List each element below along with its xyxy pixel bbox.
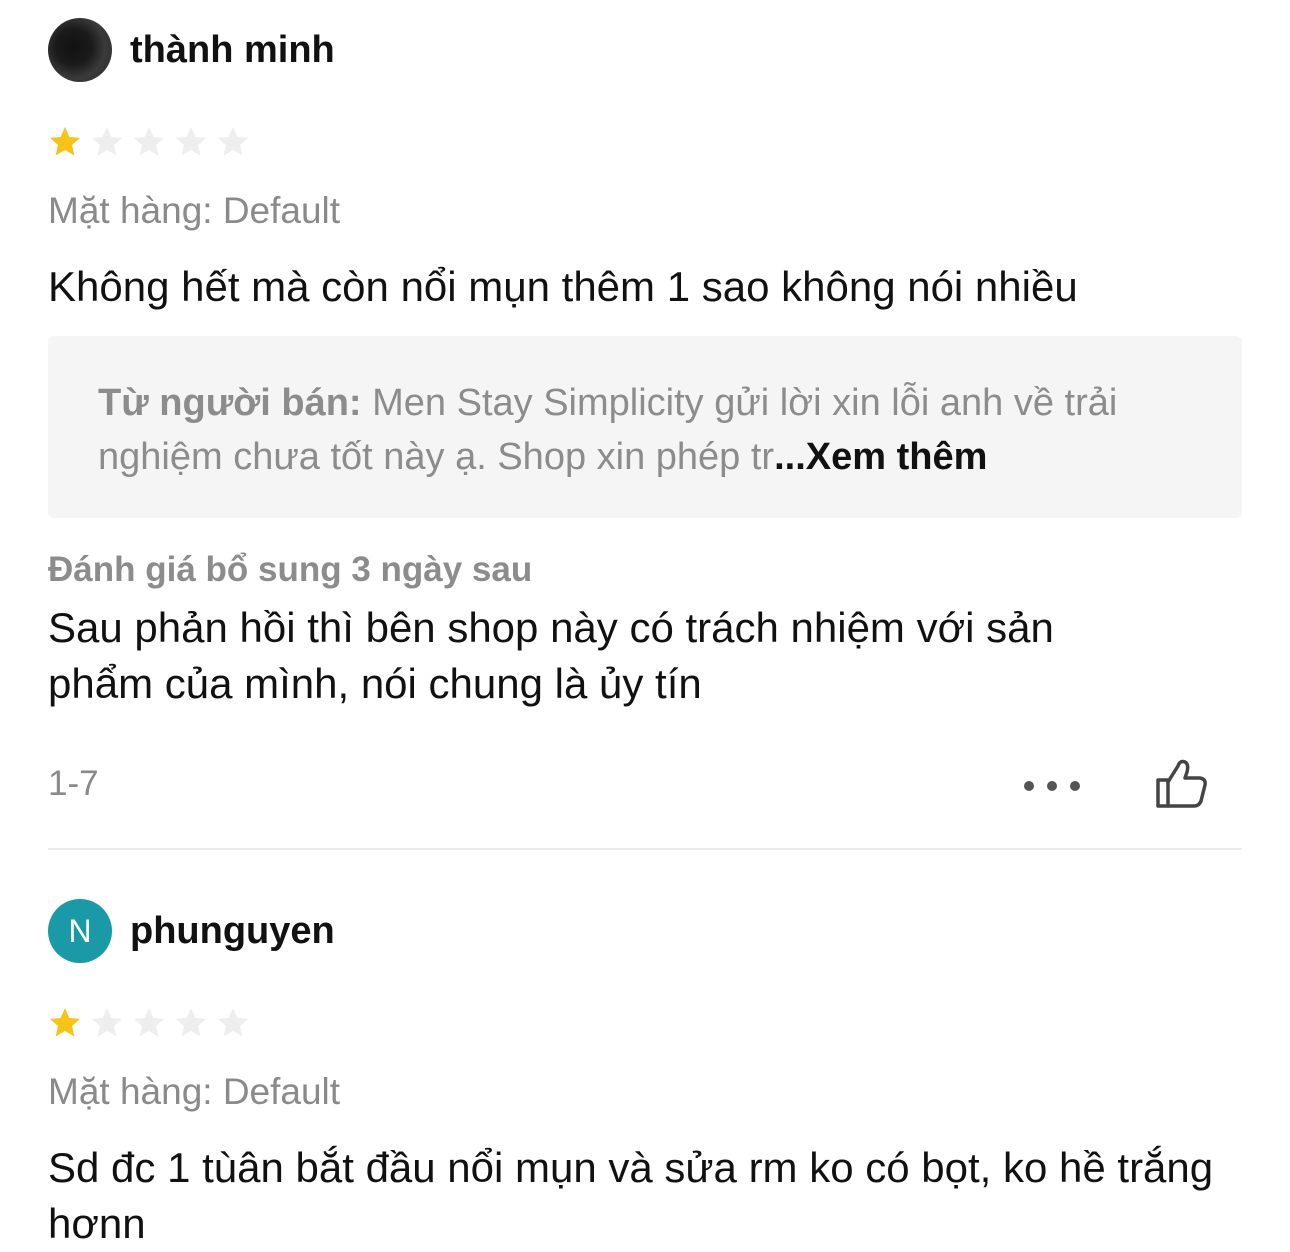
star-empty-icon xyxy=(134,127,164,156)
star-empty-icon xyxy=(176,1008,206,1037)
avatar[interactable]: N xyxy=(48,899,112,963)
seller-reply-label: Từ người bán: xyxy=(98,382,362,424)
review-card: N phunguyen Mặt hàng: Default Sd đc 1 tù… xyxy=(48,898,1242,1252)
more-horizontal-icon[interactable] xyxy=(1024,766,1080,806)
star-empty-icon xyxy=(218,1008,248,1037)
followup-label: Đánh giá bổ sung 3 ngày sau xyxy=(48,550,533,589)
star-filled-icon xyxy=(50,127,80,156)
star-empty-icon xyxy=(218,127,248,156)
star-rating xyxy=(48,123,1242,161)
star-empty-icon xyxy=(134,1008,164,1037)
see-more-link[interactable]: ...Xem thêm xyxy=(774,436,987,478)
reviewer-name[interactable]: phunguyen xyxy=(130,910,335,953)
reviewer-header: N phunguyen xyxy=(48,898,1242,964)
star-empty-icon xyxy=(92,127,122,156)
avatar-letter: N xyxy=(68,912,92,949)
thumbs-up-icon[interactable] xyxy=(1152,754,1212,814)
reviewer-name[interactable]: thành minh xyxy=(130,29,335,72)
star-filled-icon xyxy=(50,1008,80,1037)
star-empty-icon xyxy=(92,1008,122,1037)
review-text: Sd đc 1 tùân bắt đầu nổi mụn và sửa rm k… xyxy=(48,1144,1214,1247)
review-date: 1-7 xyxy=(48,764,99,803)
seller-reply[interactable]: Từ người bán: Men Stay Simplicity gửi lờ… xyxy=(48,336,1242,518)
star-rating xyxy=(48,1004,1242,1042)
avatar[interactable] xyxy=(48,18,112,82)
product-variant: Mặt hàng: Default xyxy=(48,190,341,231)
star-empty-icon xyxy=(176,127,206,156)
review-footer: 1-7 xyxy=(48,754,1242,814)
product-variant: Mặt hàng: Default xyxy=(48,1071,341,1112)
review-card: thành minh Mặt hàng: Default Không hết m… xyxy=(48,17,1242,814)
review-divider xyxy=(48,848,1242,850)
review-text: Không hết mà còn nổi mụn thêm 1 sao khôn… xyxy=(48,263,1078,310)
followup-text: Sau phản hồi thì bên shop này có trách n… xyxy=(48,604,1054,707)
reviewer-header: thành minh xyxy=(48,17,1242,83)
